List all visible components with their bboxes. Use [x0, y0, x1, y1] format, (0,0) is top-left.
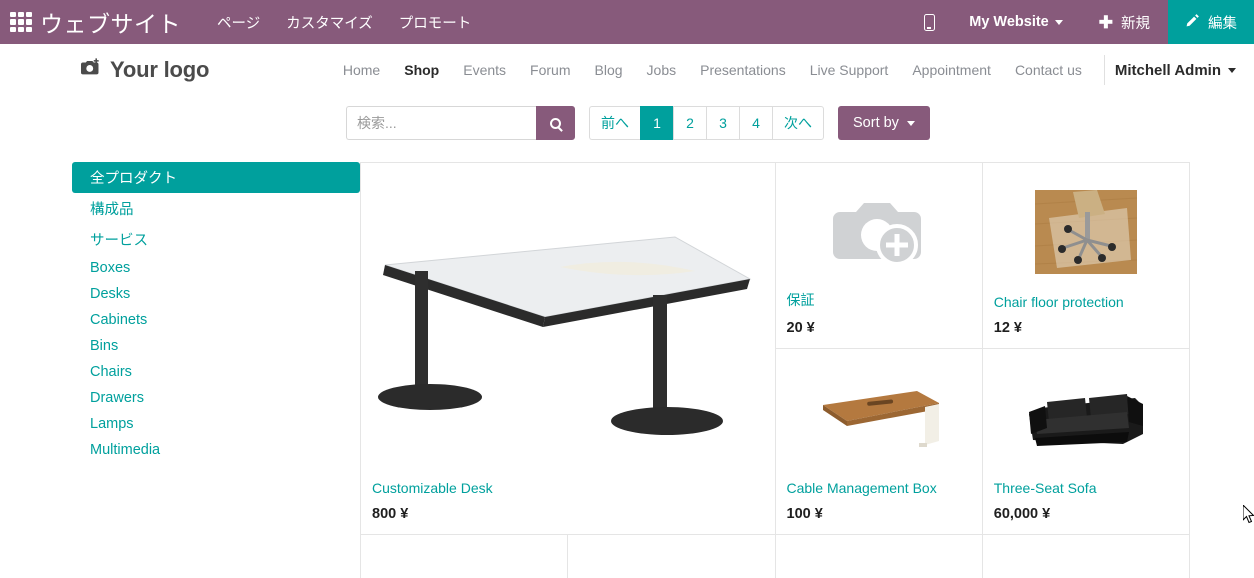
product-name[interactable]: Chair floor protection: [994, 294, 1181, 310]
product-price: 100 ¥: [786, 506, 823, 522]
pencil-icon: [1185, 13, 1200, 32]
product-card-cable-management-box[interactable]: Cable Management Box 100 ¥: [775, 349, 983, 535]
nav-item-home[interactable]: Home: [331, 62, 392, 78]
pagination-prev[interactable]: 前へ: [589, 106, 640, 140]
edit-button-label: 編集: [1208, 15, 1237, 32]
product-price: 60,000 ¥: [993, 506, 1051, 522]
mobile-preview-icon[interactable]: [907, 0, 951, 44]
sidebar-item-multimedia[interactable]: Multimedia: [72, 437, 360, 463]
admin-menu-pages[interactable]: ページ: [217, 12, 260, 33]
search-input[interactable]: [346, 106, 536, 140]
site-nav: Home Shop Events Forum Blog Jobs Present…: [331, 55, 1242, 85]
pagination-page-1[interactable]: 1: [640, 106, 673, 140]
pagination-next[interactable]: 次へ: [772, 106, 824, 140]
sidebar-item-components[interactable]: 構成品: [72, 193, 360, 224]
plus-icon: ✚: [1098, 12, 1113, 32]
admin-menu: ページ カスタマイズ プロモート: [217, 12, 471, 33]
product-name[interactable]: Cable Management Box: [787, 480, 974, 496]
product-card-chair-floor-protection[interactable]: Chair floor protection 12 ¥: [982, 163, 1190, 349]
product-image-cable-box: [784, 357, 974, 478]
topbar-right-group: My Website ✚ 新規 編集: [907, 0, 1254, 44]
product-price: 800 ¥: [372, 506, 409, 522]
site-logo-text: Your logo: [110, 57, 210, 82]
edit-button[interactable]: 編集: [1168, 0, 1254, 44]
shop-content: 全プロダクト 構成品 サービス Boxes Desks Cabinets Bin…: [0, 152, 1254, 578]
user-menu[interactable]: Mitchell Admin: [1115, 62, 1242, 79]
sidebar-item-bins[interactable]: Bins: [72, 333, 360, 359]
pagination: 前へ 1 2 3 4 次へ: [589, 106, 824, 140]
product-card-next-row-3[interactable]: [775, 535, 983, 578]
website-selector-label: My Website: [969, 14, 1049, 30]
search-group: [346, 106, 575, 140]
website-header: Your logo Home Shop Events Forum Blog Jo…: [0, 44, 1254, 96]
product-image-empty: [369, 543, 559, 578]
product-price: 12 ¥: [993, 320, 1022, 336]
product-card-next-row-4[interactable]: [982, 535, 1190, 578]
search-icon: [550, 117, 561, 129]
nav-item-presentations[interactable]: Presentations: [688, 62, 798, 78]
nav-item-events[interactable]: Events: [451, 62, 518, 78]
product-card-warranty[interactable]: 保証 20 ¥: [775, 163, 983, 349]
image-placeholder-icon: [832, 202, 921, 266]
admin-menu-customize[interactable]: カスタマイズ: [286, 12, 373, 33]
apps-grid-icon[interactable]: [10, 12, 32, 32]
shop-toolbar: 前へ 1 2 3 4 次へ Sort by: [0, 96, 1254, 152]
admin-menu-promote[interactable]: プロモート: [399, 12, 472, 33]
website-selector[interactable]: My Website: [951, 14, 1081, 30]
product-card-next-row-1[interactable]: [361, 535, 569, 578]
nav-item-blog[interactable]: Blog: [583, 62, 635, 78]
nav-item-live-support[interactable]: Live Support: [798, 62, 901, 78]
pagination-page-2[interactable]: 2: [673, 106, 706, 140]
app-title: ウェブサイト: [40, 11, 181, 37]
nav-item-jobs[interactable]: Jobs: [635, 62, 689, 78]
sort-by-dropdown[interactable]: Sort by: [838, 106, 930, 140]
camera-plus-icon: [80, 58, 101, 82]
sidebar-item-drawers[interactable]: Drawers: [72, 385, 360, 411]
product-image-empty: [576, 543, 766, 578]
new-button-label: 新規: [1121, 15, 1150, 32]
nav-item-shop[interactable]: Shop: [392, 62, 451, 78]
phone-shape: [923, 13, 935, 31]
site-logo[interactable]: Your logo: [80, 57, 209, 83]
sidebar-item-cabinets[interactable]: Cabinets: [72, 307, 360, 333]
sidebar-item-chairs[interactable]: Chairs: [72, 359, 360, 385]
new-button[interactable]: ✚ 新規: [1081, 12, 1168, 33]
category-sidebar: 全プロダクト 構成品 サービス Boxes Desks Cabinets Bin…: [72, 152, 360, 566]
product-image-chair-floor-mat: [991, 171, 1181, 292]
product-price: 20 ¥: [786, 320, 815, 336]
product-grid: Customizable Desk 800 ¥ 保証 20 ¥ Chair fl…: [360, 162, 1190, 578]
nav-divider: [1103, 55, 1105, 85]
search-button[interactable]: [536, 106, 575, 140]
sidebar-item-boxes[interactable]: Boxes: [72, 255, 360, 281]
product-name[interactable]: Customizable Desk: [372, 480, 767, 496]
product-card-three-seat-sofa[interactable]: Three-Seat Sofa 60,000 ¥: [982, 349, 1190, 535]
product-card-next-row-2[interactable]: [568, 535, 776, 578]
product-name[interactable]: 保証: [787, 290, 974, 310]
sidebar-item-services[interactable]: サービス: [72, 224, 360, 255]
chevron-down-icon: [1054, 19, 1063, 25]
odoo-admin-topbar: ウェブサイト ページ カスタマイズ プロモート My Website ✚ 新規 …: [0, 0, 1254, 44]
user-menu-label: Mitchell Admin: [1114, 61, 1221, 79]
pagination-page-3[interactable]: 3: [706, 106, 739, 140]
sidebar-item-lamps[interactable]: Lamps: [72, 411, 360, 437]
chevron-down-icon: [1228, 67, 1236, 73]
chevron-down-icon: [906, 120, 915, 126]
pagination-page-4[interactable]: 4: [739, 106, 772, 140]
nav-item-contact-us[interactable]: Contact us: [1003, 62, 1094, 78]
nav-item-appointment[interactable]: Appointment: [900, 62, 1003, 78]
sort-by-label: Sort by: [853, 115, 899, 131]
product-image-placeholder: [784, 171, 974, 288]
nav-item-forum[interactable]: Forum: [518, 62, 582, 78]
product-grid-wrapper: Customizable Desk 800 ¥ 保証 20 ¥ Chair fl…: [360, 152, 1190, 578]
product-name[interactable]: Three-Seat Sofa: [994, 480, 1181, 496]
product-card-customizable-desk[interactable]: Customizable Desk 800 ¥: [361, 163, 776, 535]
sidebar-item-desks[interactable]: Desks: [72, 281, 360, 307]
product-image-black-sofa: [991, 357, 1181, 478]
product-image-white-cabinet-partial: [784, 543, 974, 578]
sidebar-item-all-products[interactable]: 全プロダクト: [72, 162, 360, 193]
product-image-blue-monitor-partial: [991, 543, 1181, 578]
product-image-white-corner-desk: [369, 171, 767, 478]
